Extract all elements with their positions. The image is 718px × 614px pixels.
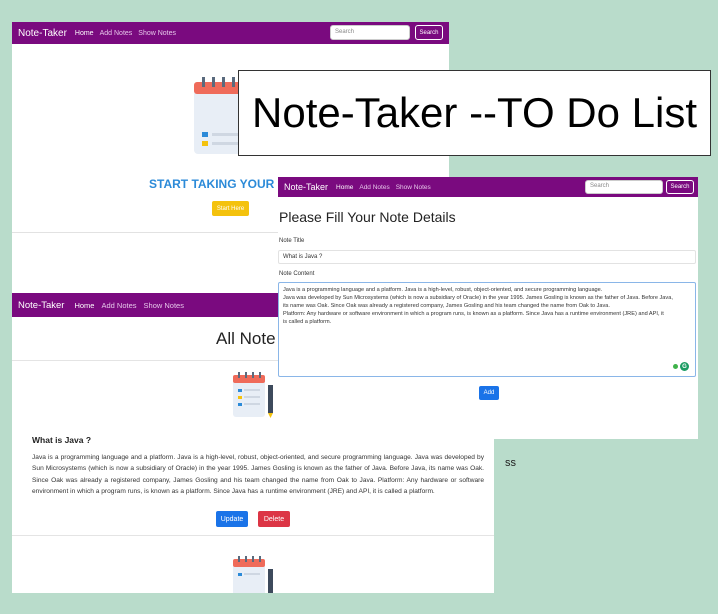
divider: [12, 535, 494, 536]
location-pin-icon: [673, 364, 678, 369]
form-heading: Please Fill Your Note Details: [279, 209, 456, 225]
navbar: Note-Taker Home Add Notes Show Notes Sea…: [278, 177, 698, 197]
content-line: Platform: Any hardware or software envir…: [283, 311, 664, 317]
note-content-label: Note Content: [279, 271, 315, 277]
content-line: Java is a programming language and a pla…: [283, 287, 603, 293]
nav-home[interactable]: Home: [74, 301, 94, 310]
search-button[interactable]: Search: [415, 25, 443, 40]
nav-add-notes[interactable]: Add Notes: [359, 184, 389, 191]
notepad-pen-icon: [233, 556, 273, 593]
brand-logo[interactable]: Note-Taker: [18, 28, 67, 39]
start-headline: START TAKING YOUR N: [149, 177, 287, 191]
note-title: What is Java ?: [32, 435, 92, 445]
content-line: is called a platform.: [283, 319, 332, 325]
search-button[interactable]: Search: [666, 180, 694, 194]
nav-add-notes[interactable]: Add Notes: [100, 30, 133, 37]
side-label: ss: [505, 457, 516, 469]
update-button[interactable]: Update: [216, 511, 248, 527]
notepad-pen-icon: [233, 372, 273, 418]
navbar: Note-Taker Home Add Notes Show Notes Sea…: [12, 22, 449, 44]
content-line: its name was Oak. Since Oak was already …: [283, 303, 610, 309]
grammarly-icon[interactable]: G: [680, 362, 689, 371]
nav-show-notes[interactable]: Show Notes: [144, 301, 184, 310]
nav-home[interactable]: Home: [336, 184, 353, 191]
delete-button[interactable]: Delete: [258, 511, 290, 527]
add-button[interactable]: Add: [479, 386, 499, 400]
note-content: Java is a programming language and a pla…: [32, 454, 484, 495]
grammarly-widget[interactable]: G: [673, 362, 689, 371]
nav-show-notes[interactable]: Show Notes: [396, 184, 431, 191]
search-input[interactable]: Search: [585, 180, 663, 194]
nav-add-notes[interactable]: Add Notes: [101, 301, 136, 310]
note-title-input[interactable]: What is Java ?: [278, 250, 696, 264]
note-content-textarea[interactable]: Java is a programming language and a pla…: [278, 282, 696, 377]
add-note-window: Note-Taker Home Add Notes Show Notes Sea…: [278, 177, 698, 439]
start-here-button[interactable]: Start Here: [212, 201, 249, 216]
note-title-label: Note Title: [279, 238, 305, 244]
page-title: All Note: [216, 329, 276, 348]
search-input[interactable]: Search: [330, 25, 410, 40]
overlay-title: Note-Taker --TO Do List: [238, 70, 711, 156]
nav-show-notes[interactable]: Show Notes: [138, 30, 176, 37]
brand-logo[interactable]: Note-Taker: [18, 300, 64, 311]
content-line: Java was developed by Sun Microsystems (…: [283, 295, 673, 301]
nav-home[interactable]: Home: [75, 30, 94, 37]
brand-logo[interactable]: Note-Taker: [284, 182, 328, 192]
